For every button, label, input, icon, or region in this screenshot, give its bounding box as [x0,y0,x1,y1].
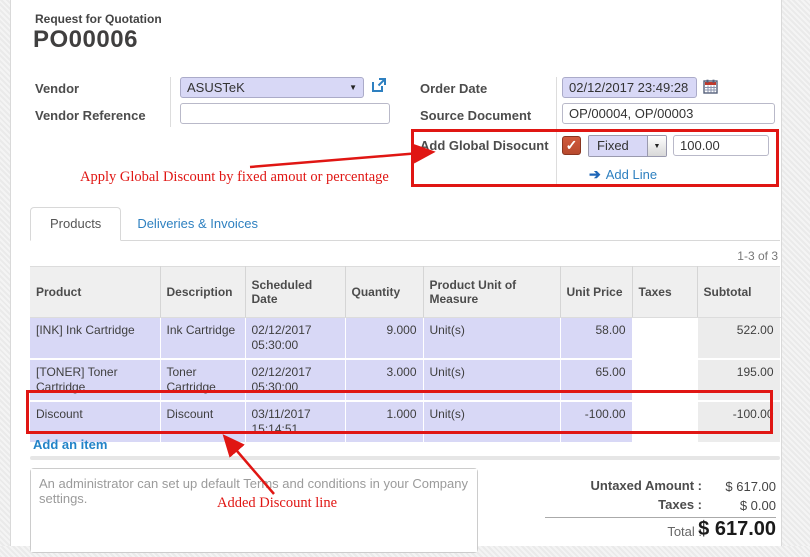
global-discount-label: Add Global Disocunt [420,138,549,153]
cell-quantity[interactable]: 1.000 [345,401,423,443]
list-pager[interactable]: 1-3 of 3 [737,249,778,263]
page-title: PO00006 [33,26,138,54]
footer-divider [30,456,780,460]
vendor-reference-field [180,103,390,124]
add-an-item-link[interactable]: Add an item [33,437,107,452]
order-date-value: 02/12/2017 23:49:28 [569,80,688,95]
col-header-description[interactable]: Description [160,267,245,318]
cell-description[interactable]: Ink Cartridge [160,318,245,360]
form-column-divider-left [170,77,171,127]
cell-subtotal: 195.00 [697,359,780,401]
add-line-button[interactable]: ➔ Add Line [589,166,657,183]
discount-amount-field [673,135,769,156]
cell-uom[interactable]: Unit(s) [423,359,560,401]
table-header-row: Product Description Scheduled Date Quant… [30,267,780,318]
cell-description[interactable]: Discount [160,401,245,443]
col-header-product[interactable]: Product [30,267,160,318]
cell-description[interactable]: Toner Cartridge [160,359,245,401]
chevron-down-icon: ▼ [343,83,357,92]
col-header-taxes[interactable]: Taxes [632,267,697,318]
vendor-reference-input[interactable] [187,106,383,121]
annotation-text-discount-line: Added Discount line [217,495,337,512]
col-header-subtotal[interactable]: Subtotal [697,267,780,318]
cell-product[interactable]: [INK] Ink Cartridge [30,318,160,360]
col-header-quantity[interactable]: Quantity [345,267,423,318]
vendor-reference-label: Vendor Reference [35,108,146,123]
cell-scheduled-date[interactable]: 02/12/2017 05:30:00 [245,318,345,360]
global-discount-checkbox[interactable]: ✓ [562,136,581,155]
arrow-right-icon: ➔ [589,166,601,183]
cell-subtotal: -100.00 [697,401,780,443]
order-date-field[interactable]: 02/12/2017 23:49:28 [562,77,697,98]
source-document-field [562,103,775,124]
tab-deliveries-invoices[interactable]: Deliveries & Invoices [121,208,274,240]
col-header-unit-price[interactable]: Unit Price [560,267,632,318]
table-row-discount[interactable]: Discount Discount 03/11/2017 15:14:51 1.… [30,401,780,443]
order-date-label: Order Date [420,81,487,96]
add-line-label: Add Line [606,167,657,182]
cell-product[interactable]: [TONER] Toner Cartridge [30,359,160,401]
rfq-form-page: Request for Quotation PO00006 Vendor Ven… [0,0,810,546]
cell-uom[interactable]: Unit(s) [423,318,560,360]
vendor-select-value: ASUSTeK [187,80,245,95]
source-document-input[interactable] [569,106,768,121]
cell-unit-price[interactable]: -100.00 [560,401,632,443]
cell-quantity[interactable]: 3.000 [345,359,423,401]
annotation-text-global-discount: Apply Global Discount by fixed amout or … [80,169,389,186]
cell-taxes[interactable] [632,318,697,360]
source-document-label: Source Document [420,108,531,123]
cell-unit-price[interactable]: 58.00 [560,318,632,360]
chevron-down-icon: ▼ [647,136,666,156]
cell-taxes[interactable] [632,359,697,401]
cell-scheduled-date[interactable]: 02/12/2017 05:30:00 [245,359,345,401]
col-header-uom[interactable]: Product Unit of Measure [423,267,560,318]
calendar-icon [703,79,718,94]
order-lines-table: Product Description Scheduled Date Quant… [30,266,781,444]
datepicker-button[interactable] [703,79,718,94]
vendor-label: Vendor [35,81,79,96]
cell-taxes[interactable] [632,401,697,443]
vendor-select[interactable]: ASUSTeK ▼ [180,77,364,98]
cell-unit-price[interactable]: 65.00 [560,359,632,401]
col-header-scheduled-date[interactable]: Scheduled Date [245,267,345,318]
form-column-divider-right [556,77,557,185]
notebook-tabs: Products Deliveries & Invoices [30,209,780,241]
table-row[interactable]: [TONER] Toner Cartridge Toner Cartridge … [30,359,780,401]
tab-products[interactable]: Products [30,207,121,241]
taxes-value: $ 0.00 [690,498,776,513]
untaxed-amount-label: Untaxed Amount : [540,478,702,493]
cell-scheduled-date[interactable]: 03/11/2017 15:14:51 [245,401,345,443]
discount-type-value: Fixed [589,136,647,156]
discount-amount-input[interactable] [680,138,762,153]
cell-subtotal: 522.00 [697,318,780,360]
open-record-button[interactable] [370,76,388,94]
discount-type-select[interactable]: Fixed ▼ [588,135,667,157]
document-type-label: Request for Quotation [35,12,162,26]
table-row[interactable]: [INK] Ink Cartridge Ink Cartridge 02/12/… [30,318,780,360]
total-value: $ 617.00 [636,518,776,541]
cell-uom[interactable]: Unit(s) [423,401,560,443]
cell-quantity[interactable]: 9.000 [345,318,423,360]
untaxed-amount-value: $ 617.00 [690,479,776,494]
taxes-label: Taxes : [540,497,702,512]
external-link-icon [370,76,388,94]
